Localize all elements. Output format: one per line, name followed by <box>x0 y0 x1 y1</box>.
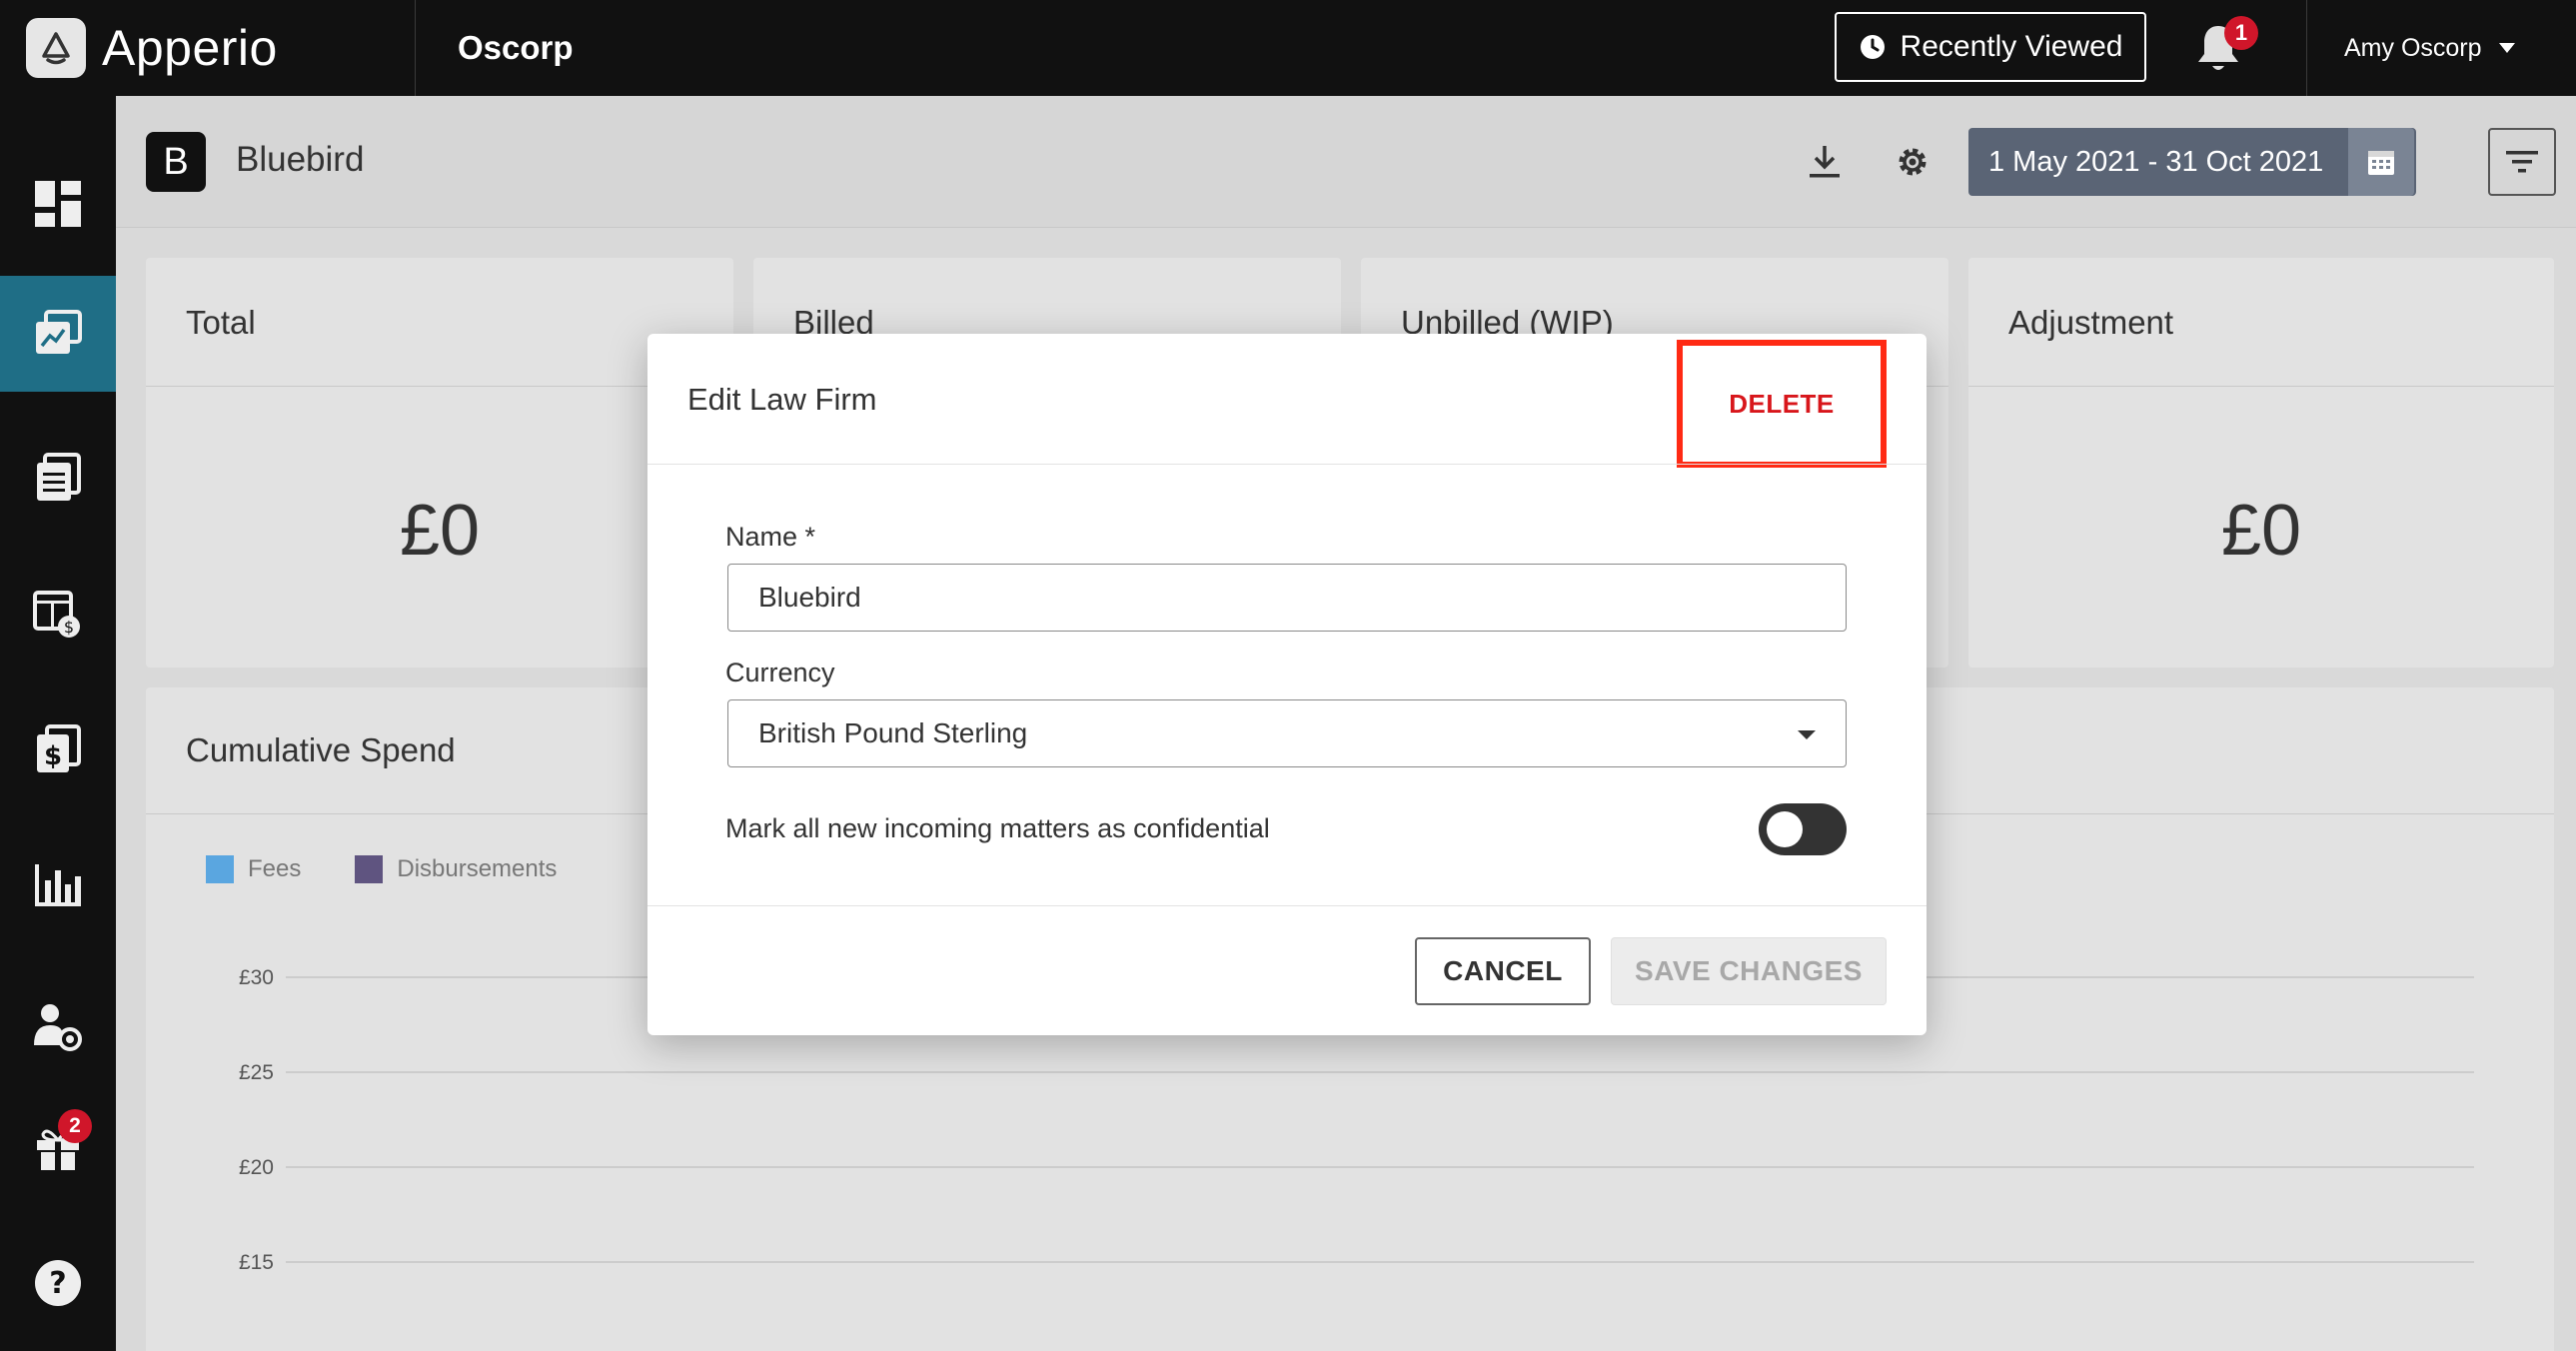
save-changes-button[interactable]: SAVE CHANGES <box>1611 937 1887 1005</box>
invoices-icon: $ <box>37 724 81 772</box>
currency-label: Currency <box>725 658 835 687</box>
help-icon: ? <box>35 1260 81 1306</box>
y-tick-label: £20 <box>239 1156 274 1179</box>
recently-viewed-label: Recently Viewed <box>1900 30 2123 63</box>
stat-card-adjustment: Adjustment £0 <box>1968 258 2554 668</box>
clock-icon <box>1860 35 1885 59</box>
y-tick-label: £15 <box>239 1251 274 1274</box>
download-button[interactable] <box>1801 138 1849 186</box>
budget-icon: $ <box>33 591 80 638</box>
top-bar: Apperio Oscorp Recently Viewed 1 Amy Osc… <box>0 0 2576 96</box>
edit-law-firm-dialog: Edit Law Firm DELETE Name * Bluebird Cur… <box>647 334 1927 1035</box>
svg-text:?: ? <box>49 1266 66 1301</box>
topbar-divider <box>2306 0 2307 96</box>
svg-text:$: $ <box>64 618 74 637</box>
gear-icon <box>1899 148 1927 176</box>
delete-button[interactable]: DELETE <box>1729 389 1835 420</box>
sidebar: $ $ 2 ? <box>0 96 116 1351</box>
y-tick-label: £30 <box>239 966 274 989</box>
currency-selected-value: British Pound Sterling <box>758 717 1028 748</box>
brand[interactable]: Apperio <box>0 0 416 96</box>
page-title: Bluebird <box>236 140 365 179</box>
toggle-knob <box>1767 811 1803 847</box>
sidebar-item-help[interactable]: ? <box>0 1225 116 1341</box>
analytics-icon <box>36 310 82 354</box>
card-title: Total <box>186 304 256 341</box>
date-range-picker[interactable]: 1 May 2021 - 31 Oct 2021 <box>1968 128 2416 196</box>
calendar-icon <box>2368 151 2394 175</box>
filter-button[interactable] <box>2488 128 2556 196</box>
date-range-text: 1 May 2021 - 31 Oct 2021 <box>1988 145 2324 178</box>
calendar-button[interactable] <box>2348 128 2414 196</box>
recently-viewed-button[interactable]: Recently Viewed <box>1835 12 2146 82</box>
user-settings-icon <box>34 1004 82 1051</box>
user-menu[interactable]: Amy Oscorp <box>2344 0 2516 96</box>
bar-chart-icon <box>35 864 81 906</box>
rewards-count-badge: 2 <box>58 1109 92 1143</box>
delete-highlight-box: DELETE <box>1677 340 1887 468</box>
matter-avatar: B <box>146 132 206 192</box>
caret-down-icon <box>2498 43 2515 53</box>
sidebar-item-reports[interactable] <box>0 827 116 943</box>
sidebar-item-analytics[interactable] <box>0 276 116 392</box>
sidebar-item-rewards[interactable]: 2 <box>0 1089 116 1205</box>
dialog-header-divider <box>647 464 1927 465</box>
stat-card-total: Total £0 <box>146 258 733 668</box>
download-icon <box>1810 146 1840 178</box>
user-name: Amy Oscorp <box>2344 33 2482 62</box>
card-value: £0 <box>2220 491 2302 571</box>
confidential-toggle[interactable] <box>1759 803 1847 855</box>
documents-icon <box>37 453 81 501</box>
chevron-down-icon <box>1798 730 1816 739</box>
dialog-title: Edit Law Firm <box>687 382 877 417</box>
sidebar-item-invoices[interactable]: $ <box>0 691 116 807</box>
settings-button[interactable] <box>1889 138 1936 186</box>
card-divider <box>146 386 733 387</box>
y-tick-label: £25 <box>239 1061 274 1084</box>
organization-name: Oscorp <box>458 29 574 66</box>
sidebar-item-budgets[interactable]: $ <box>0 556 116 672</box>
name-label: Name * <box>725 522 816 552</box>
dashboard-icon <box>35 181 81 227</box>
name-input[interactable]: Bluebird <box>727 564 1847 632</box>
svg-text:$: $ <box>44 741 62 771</box>
card-value: £0 <box>399 491 481 571</box>
card-divider <box>1968 386 2554 387</box>
app-name: Apperio <box>102 20 278 76</box>
currency-select[interactable]: British Pound Sterling <box>727 699 1847 767</box>
notification-count-badge: 1 <box>2224 16 2258 50</box>
cancel-button[interactable]: CANCEL <box>1415 937 1591 1005</box>
card-title: Adjustment <box>2008 304 2174 341</box>
notifications-button[interactable]: 1 <box>2194 14 2274 84</box>
apperio-logo-icon <box>26 18 86 78</box>
dialog-footer-divider <box>647 905 1927 906</box>
sidebar-item-dashboard[interactable] <box>0 146 116 262</box>
sidebar-item-user-settings[interactable] <box>0 969 116 1085</box>
sidebar-item-documents[interactable] <box>0 420 116 536</box>
confidential-toggle-label: Mark all new incoming matters as confide… <box>725 813 1270 843</box>
filter-icon <box>2506 151 2538 173</box>
page-header: B Bluebird 1 May 2021 - 31 Oct 2021 <box>116 96 2576 228</box>
